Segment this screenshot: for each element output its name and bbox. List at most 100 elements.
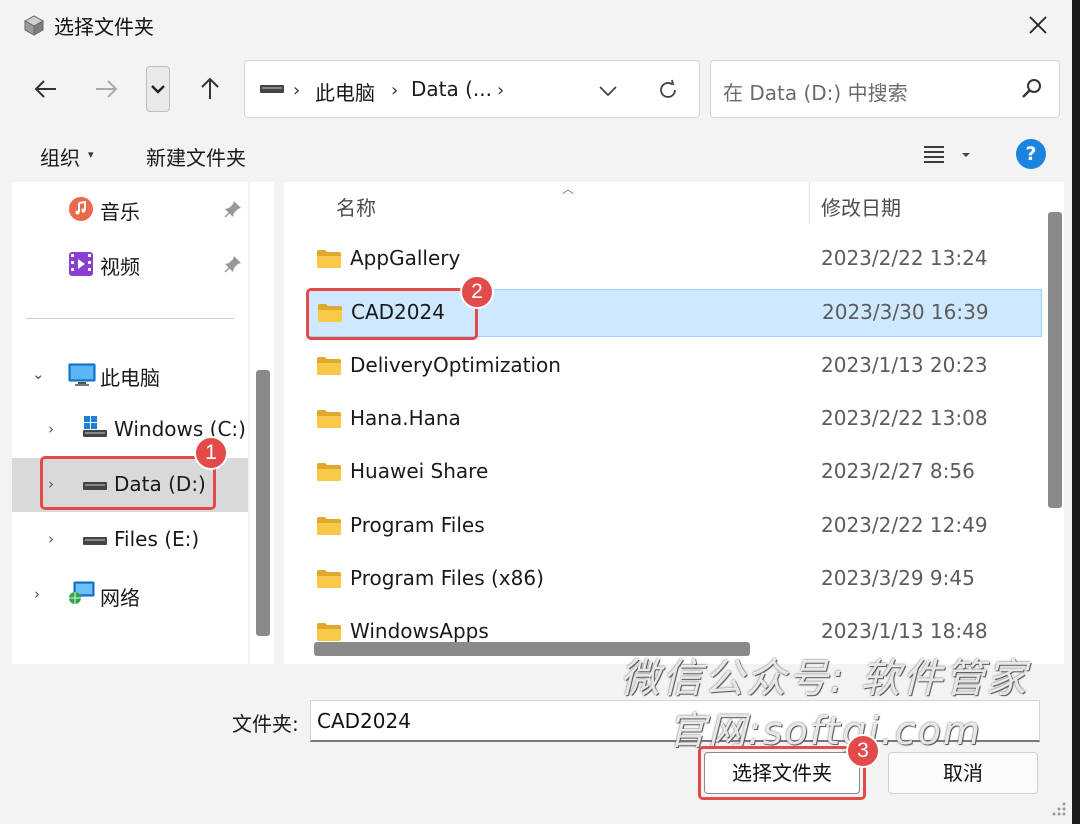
sidebar-divider xyxy=(26,318,234,319)
view-options-button[interactable] xyxy=(922,142,978,168)
file-name: AppGallery xyxy=(350,246,461,270)
file-modified-date: 2023/2/22 12:49 xyxy=(821,512,988,537)
watermark-line-2: 官网:softgj.com xyxy=(668,709,983,753)
up-button[interactable] xyxy=(190,68,230,110)
sidebar-item-files-e[interactable]: › Files (E:) xyxy=(12,513,248,567)
sidebar-item-music[interactable]: 音乐 xyxy=(12,182,248,236)
file-modified-date: 2023/3/29 9:45 xyxy=(821,565,975,590)
window-title: 选择文件夹 xyxy=(54,15,154,39)
command-bar: 组织 ▾ 新建文件夹 ? xyxy=(0,128,1072,180)
sort-ascending-icon: ︿ xyxy=(562,182,575,196)
address-bar[interactable]: › 此电脑 › Data (... › xyxy=(244,60,700,118)
breadcrumb-this-pc[interactable]: 此电脑 xyxy=(315,77,375,106)
file-row[interactable]: Hana.Hana 2023/2/22 13:08 xyxy=(308,396,1042,444)
column-divider[interactable] xyxy=(809,182,810,224)
chevron-right-icon[interactable]: › xyxy=(48,475,54,493)
drive-icon xyxy=(83,537,107,545)
file-modified-date: 2023/1/13 20:23 xyxy=(821,352,988,377)
chevron-right-icon[interactable]: › xyxy=(48,420,54,438)
annotation-badge-step-1: 1 xyxy=(194,436,228,470)
music-icon xyxy=(69,197,93,221)
pin-icon[interactable] xyxy=(224,255,242,273)
folder-icon xyxy=(317,569,341,588)
file-row[interactable]: Huawei Share 2023/2/27 8:56 xyxy=(308,449,1042,497)
file-row[interactable]: AppGallery 2023/2/22 13:24 xyxy=(308,236,1042,284)
sidebar-item-videos[interactable]: 视频 xyxy=(12,237,248,291)
chevron-down-icon xyxy=(151,85,165,94)
file-list-vertical-scrollbar[interactable] xyxy=(1048,212,1062,508)
file-row[interactable]: Program Files 2023/2/22 12:49 xyxy=(308,503,1042,551)
network-icon xyxy=(69,581,95,604)
chevron-right-icon[interactable]: › xyxy=(34,585,40,603)
file-name: Hana.Hana xyxy=(350,405,461,430)
forward-button[interactable] xyxy=(86,68,126,110)
chevron-down-icon xyxy=(599,86,617,96)
list-view-icon xyxy=(924,146,970,163)
file-name: Huawei Share xyxy=(350,459,489,484)
search-icon xyxy=(1022,79,1041,98)
file-modified-date: 2023/1/13 18:48 xyxy=(821,619,988,644)
file-name: DeliveryOptimization xyxy=(350,352,561,377)
breadcrumb-data-drive[interactable]: Data (... xyxy=(411,77,492,101)
file-row[interactable]: CAD2024 2023/3/30 16:39 xyxy=(308,289,1042,338)
annotation-badge-step-3: 3 xyxy=(846,734,880,768)
sidebar-item-network[interactable]: › 网络 xyxy=(12,568,248,622)
title-bar: 选择文件夹 xyxy=(0,0,1072,50)
file-name: CAD2024 xyxy=(351,300,445,325)
file-modified-date: 2023/2/22 13:24 xyxy=(821,246,988,270)
file-list: 名称 ︿ 修改日期 AppGallery 2023/2/22 13:24 CAD20… xyxy=(284,182,1064,664)
column-header-modified[interactable]: 修改日期 xyxy=(821,192,901,221)
drive-icon xyxy=(260,85,284,93)
caret-down-icon: ▾ xyxy=(88,148,94,161)
breadcrumb-separator: › xyxy=(497,80,505,101)
close-button[interactable] xyxy=(1018,8,1058,42)
folder-icon xyxy=(317,463,341,482)
select-folder-button[interactable]: 选择文件夹 xyxy=(704,752,860,794)
video-icon xyxy=(69,252,93,276)
refresh-button[interactable] xyxy=(653,75,683,105)
breadcrumb-separator: › xyxy=(391,80,399,101)
folder-icon xyxy=(317,250,341,268)
refresh-icon xyxy=(660,79,676,98)
annotation-badge-step-2: 2 xyxy=(460,275,494,309)
arrow-left-icon xyxy=(34,80,56,98)
folder-icon xyxy=(317,516,341,535)
resize-grip-icon[interactable] xyxy=(1048,798,1068,818)
sidebar-item-label: 音乐 xyxy=(100,200,140,224)
search-box[interactable]: 在 Data (D:) 中搜索 xyxy=(710,60,1060,118)
windows-drive-icon xyxy=(83,416,107,437)
cancel-button[interactable]: 取消 xyxy=(888,752,1038,794)
select-folder-dialog: 选择文件夹 › 此电脑 › Data (... › 在 Data (D:) 中搜… xyxy=(0,0,1072,824)
new-folder-button[interactable]: 新建文件夹 xyxy=(146,142,246,171)
recent-locations-button[interactable] xyxy=(146,66,170,112)
file-modified-date: 2023/2/22 13:08 xyxy=(821,405,988,430)
back-button[interactable] xyxy=(26,68,66,110)
folder-icon xyxy=(317,409,341,428)
organize-menu[interactable]: 组织 xyxy=(40,142,80,171)
drive-icon xyxy=(83,482,107,490)
pin-icon[interactable] xyxy=(224,200,242,218)
file-name: WindowsApps xyxy=(350,619,489,644)
file-row[interactable]: DeliveryOptimization 2023/1/13 20:23 xyxy=(308,343,1042,391)
sidebar-item-label: 此电脑 xyxy=(100,366,160,390)
file-row[interactable]: Program Files (x86) 2023/3/29 9:45 xyxy=(308,556,1042,604)
chevron-right-icon[interactable]: › xyxy=(48,530,54,548)
sidebar-item-this-pc[interactable]: ⌄ 此电脑 xyxy=(12,348,248,402)
sidebar-item-label: Windows (C:) xyxy=(114,417,246,441)
sidebar-scrollbar-thumb[interactable] xyxy=(256,370,270,636)
breadcrumb-separator: › xyxy=(293,80,301,101)
search-placeholder: 在 Data (D:) 中搜索 xyxy=(723,81,908,105)
close-icon xyxy=(1029,16,1047,34)
file-modified-date: 2023/2/27 8:56 xyxy=(821,459,975,484)
sidebar-item-label: 网络 xyxy=(100,586,140,610)
column-header-name[interactable]: 名称 xyxy=(336,192,376,221)
folder-icon xyxy=(317,356,341,375)
address-history-button[interactable] xyxy=(593,77,623,105)
arrow-up-icon xyxy=(201,77,219,99)
sidebar-item-label: Data (D:) xyxy=(114,472,206,496)
arrow-right-icon xyxy=(96,80,118,98)
help-button[interactable]: ? xyxy=(1016,139,1046,169)
chevron-down-icon[interactable]: ⌄ xyxy=(32,365,45,383)
folder-icon xyxy=(318,304,342,323)
watermark-line-1: 微信公众号: 软件管家 xyxy=(620,656,1029,702)
